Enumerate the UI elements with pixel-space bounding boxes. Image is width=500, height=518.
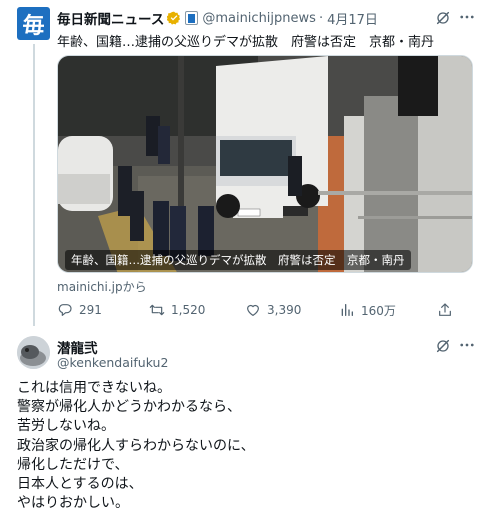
avatar-logo-text: 毎 xyxy=(22,13,45,39)
tweet-text-line: 政治家の帰化人すらわからないのに、 xyxy=(17,437,255,454)
reply-count: 291 xyxy=(79,303,102,317)
like-count: 3,390 xyxy=(267,303,302,317)
tweet-text-line: 警察が帰化人かどうかわかるなら、 xyxy=(17,399,241,416)
link-source[interactable]: mainichi.jpから xyxy=(57,278,147,295)
reply-button[interactable]: 291 xyxy=(57,300,102,320)
tweet-text-line: 苦労しないね。 xyxy=(17,418,115,435)
tweet-header: 毎日新聞ニュース @mainichijpnews · 4月17日 xyxy=(57,8,378,29)
share-button[interactable] xyxy=(437,300,459,320)
share-icon xyxy=(439,303,451,316)
media-card-image[interactable] xyxy=(57,55,473,273)
tweet-text: 年齢、国籍…逮捕の父巡りデマが拡散 府警は否定 京都・南丹 xyxy=(57,35,435,50)
more-icon[interactable] xyxy=(458,8,476,30)
tweet-text-line: 帰化しただけで、 xyxy=(17,456,129,473)
repost-icon xyxy=(149,304,165,316)
reply-icon xyxy=(58,304,72,316)
views-icon xyxy=(341,304,353,316)
tweet-text: これは信用できないね。 警察が帰化人かどうかわかるなら、 苦労しないね。 政治家… xyxy=(17,379,255,513)
tweet-text-line: 日本人とするのは、 xyxy=(17,476,143,493)
repost-button[interactable]: 1,520 xyxy=(149,300,205,320)
tweet-actions: 291 1,520 3,390 160万 xyxy=(57,300,477,320)
grok-icon[interactable] xyxy=(435,338,451,358)
like-button[interactable]: 3,390 xyxy=(245,300,301,320)
thread-line xyxy=(33,44,35,326)
verified-badge-icon xyxy=(167,11,181,25)
avatar[interactable]: 毎 xyxy=(17,7,50,40)
more-icon[interactable] xyxy=(458,336,476,358)
tweet-date[interactable]: 4月17日 xyxy=(327,9,378,28)
tweet-mainichi[interactable]: 毎 毎日新聞ニュース @mainichijpnews · 4月17日 年齢、国籍… xyxy=(0,0,500,326)
repost-count: 1,520 xyxy=(171,303,206,317)
like-icon xyxy=(247,304,259,316)
author-name[interactable]: 潜龍弐 xyxy=(57,337,98,357)
author-handle[interactable]: @kenkendaifuku2 xyxy=(57,355,168,370)
views-button[interactable]: 160万 xyxy=(339,300,396,320)
avatar[interactable] xyxy=(17,336,50,369)
org-badge-icon xyxy=(185,11,199,25)
grok-icon[interactable] xyxy=(435,10,451,30)
views-count: 160万 xyxy=(361,303,396,318)
tweet-text-line: やはりおかしい。 xyxy=(17,495,129,512)
media-caption: 年齢、国籍…逮捕の父巡りデマが拡散 府警は否定 京都・南丹 xyxy=(65,250,411,270)
author-handle[interactable]: @mainichijpnews xyxy=(202,11,316,26)
tweet-reply[interactable]: 潜龍弐 @kenkendaifuku2 これは信用できないね。 警察が帰化人かど… xyxy=(0,326,500,518)
author-name[interactable]: 毎日新聞ニュース xyxy=(57,8,164,28)
separator-dot: · xyxy=(318,10,324,26)
tweet-text-line: これは信用できないね。 xyxy=(17,380,171,396)
